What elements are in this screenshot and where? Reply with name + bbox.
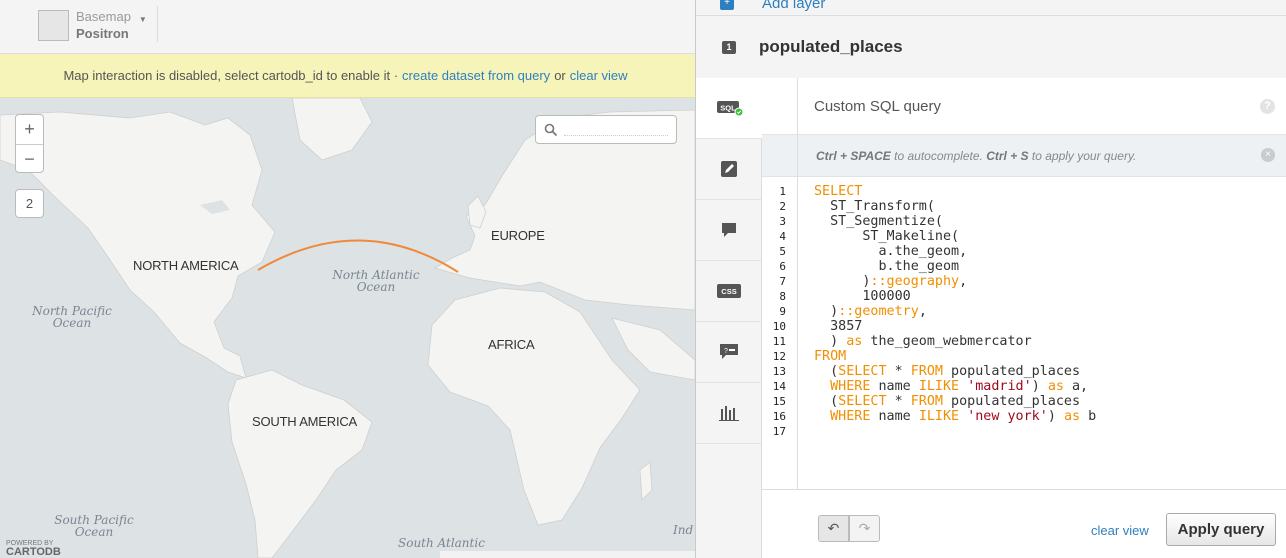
line-number: 2 — [779, 200, 786, 213]
notice-or: or — [554, 68, 566, 83]
code-line: (SELECT * FROM populated_places — [814, 394, 1081, 409]
code-line: b.the_geom — [814, 259, 960, 274]
code-line: ST_Transform( — [814, 199, 935, 214]
label-africa: AFRICA — [488, 337, 535, 352]
clear-view-link[interactable]: clear view — [1091, 523, 1149, 538]
line-number: 1 — [779, 185, 786, 198]
line-number: 14 — [772, 380, 786, 393]
code-line: SELECT — [814, 184, 863, 199]
svg-text:CSS: CSS — [721, 287, 736, 296]
sql-hint-text: Ctrl + SPACE to autocomplete. Ctrl + S t… — [816, 149, 1137, 163]
sql-code[interactable]: SELECT ST_Transform( ST_Segmentize( ST_M… — [814, 184, 1096, 439]
code-line: (SELECT * FROM populated_places — [814, 364, 1081, 379]
caret-down-icon[interactable]: ▼ — [139, 15, 147, 24]
label-north-america: NORTH AMERICA — [133, 258, 239, 273]
label-europe: EUROPE — [491, 228, 545, 243]
svg-text:?: ? — [724, 348, 728, 355]
sql-title: Custom SQL query — [814, 98, 941, 115]
line-number: 10 — [772, 320, 786, 333]
layer-number-badge: 1 — [722, 41, 736, 54]
line-number: 11 — [772, 335, 786, 348]
add-layer-bar[interactable]: + Add layer — [696, 0, 1286, 16]
map-attribution — [440, 551, 695, 558]
code-line: )::geometry, — [814, 304, 927, 319]
line-number: 16 — [772, 410, 786, 423]
label-north-atlantic: North Atlantic Ocean — [332, 268, 420, 294]
line-number: 8 — [779, 290, 786, 303]
code-line: 3857 — [814, 319, 863, 334]
powered-by-logo: POWERED BY CARTODB — [6, 540, 61, 558]
code-line: 100000 — [814, 289, 911, 304]
search-input[interactable] — [564, 135, 668, 136]
line-number: 9 — [779, 305, 786, 318]
close-hint-icon[interactable]: × — [1261, 148, 1275, 162]
filters-icon[interactable] — [696, 383, 762, 444]
zoom-level-indicator: 2 — [15, 189, 44, 218]
line-number: 5 — [779, 245, 786, 258]
map-topbar: Basemap Positron ▼ — [0, 0, 695, 54]
sql-icon[interactable]: SQL — [696, 78, 763, 139]
zoom-out-button[interactable]: − — [16, 144, 43, 173]
help-icon[interactable]: ? — [1260, 99, 1275, 114]
basemap-value: Positron — [76, 26, 129, 41]
label-indian-ocean: Ind — [673, 523, 694, 537]
undo-button[interactable]: ↶ — [818, 515, 849, 542]
line-number: 17 — [772, 425, 786, 438]
sql-footer: ↶ ↷ clear view Apply query — [762, 490, 1286, 558]
line-number: 6 — [779, 260, 786, 273]
layer-header: 1 populated_places — [696, 16, 1286, 78]
label-south-atlantic: South Atlantic — [398, 536, 485, 550]
sql-editor[interactable]: 1 2 3 4 5 6 7 8 9 10 11 12 13 14 15 16 17 SELECT ST_Tran… — [762, 184, 1286, 490]
add-layer-plus-icon[interactable]: + — [720, 0, 734, 10]
label-south-america: SOUTH AMERICA — [252, 414, 358, 429]
code-line: FROM — [814, 349, 847, 364]
code-line: ST_Segmentize( — [814, 214, 943, 229]
label-north-pacific: North Pacific Ocean — [32, 304, 112, 330]
zoom-in-button[interactable]: + — [16, 115, 43, 144]
sql-hint-bar: Ctrl + SPACE to autocomplete. Ctrl + S t… — [762, 135, 1286, 177]
css-icon[interactable]: CSS — [696, 261, 762, 322]
zoom-control: + − — [15, 114, 44, 173]
basemap-label: Basemap — [76, 9, 131, 24]
map-view[interactable]: Basemap Positron ▼ Map interaction is di… — [0, 0, 695, 558]
line-number: 3 — [779, 215, 786, 228]
code-line: ) as the_geom_webmercator — [814, 334, 1032, 349]
sql-pane: Custom SQL query ? Ctrl + SPACE to autoc… — [762, 78, 1286, 558]
legend-icon[interactable]: ? — [696, 322, 762, 383]
code-line: WHERE name ILIKE 'new york') as b — [830, 409, 1097, 424]
line-number: 13 — [772, 365, 786, 378]
map-search-box[interactable] — [535, 115, 677, 144]
notice-clear-view-link[interactable]: clear view — [570, 68, 628, 83]
line-number: 7 — [779, 275, 786, 288]
layer-panel: + Add layer 1 populated_places SQL CSS ?… — [695, 0, 1286, 558]
infowindow-icon[interactable] — [696, 200, 762, 261]
notice-text: Map interaction is disabled, select cart… — [63, 68, 399, 83]
code-line: )::geography, — [814, 274, 968, 289]
line-number: 12 — [772, 350, 786, 363]
topbar-divider — [157, 6, 158, 42]
create-dataset-link[interactable]: create dataset from query — [402, 68, 550, 83]
label-south-pacific: South Pacific Ocean — [54, 513, 134, 539]
add-layer-link[interactable]: Add layer — [762, 0, 825, 12]
code-line: a.the_geom, — [814, 244, 968, 259]
line-number: 4 — [779, 230, 786, 243]
wizard-icon[interactable] — [696, 139, 762, 200]
redo-button[interactable]: ↷ — [849, 515, 880, 542]
sql-header: Custom SQL query ? — [762, 78, 1286, 135]
line-numbers: 1 2 3 4 5 6 7 8 9 10 11 12 13 14 15 16 17 — [762, 184, 794, 439]
line-number: 15 — [772, 395, 786, 408]
search-icon — [544, 123, 558, 137]
basemap-selector[interactable]: Basemap Positron ▼ — [38, 8, 147, 42]
code-line: WHERE name ILIKE 'madrid') as a, — [830, 379, 1089, 394]
interaction-notice: Map interaction is disabled, select cart… — [0, 54, 695, 98]
code-line: ST_Makeline( — [814, 229, 960, 244]
layer-tabs: SQL CSS ? — [696, 78, 763, 558]
apply-query-button[interactable]: Apply query — [1166, 513, 1276, 546]
basemap-thumbnail[interactable] — [38, 9, 69, 41]
layer-name[interactable]: populated_places — [759, 37, 903, 57]
svg-text:SQL: SQL — [720, 104, 736, 113]
